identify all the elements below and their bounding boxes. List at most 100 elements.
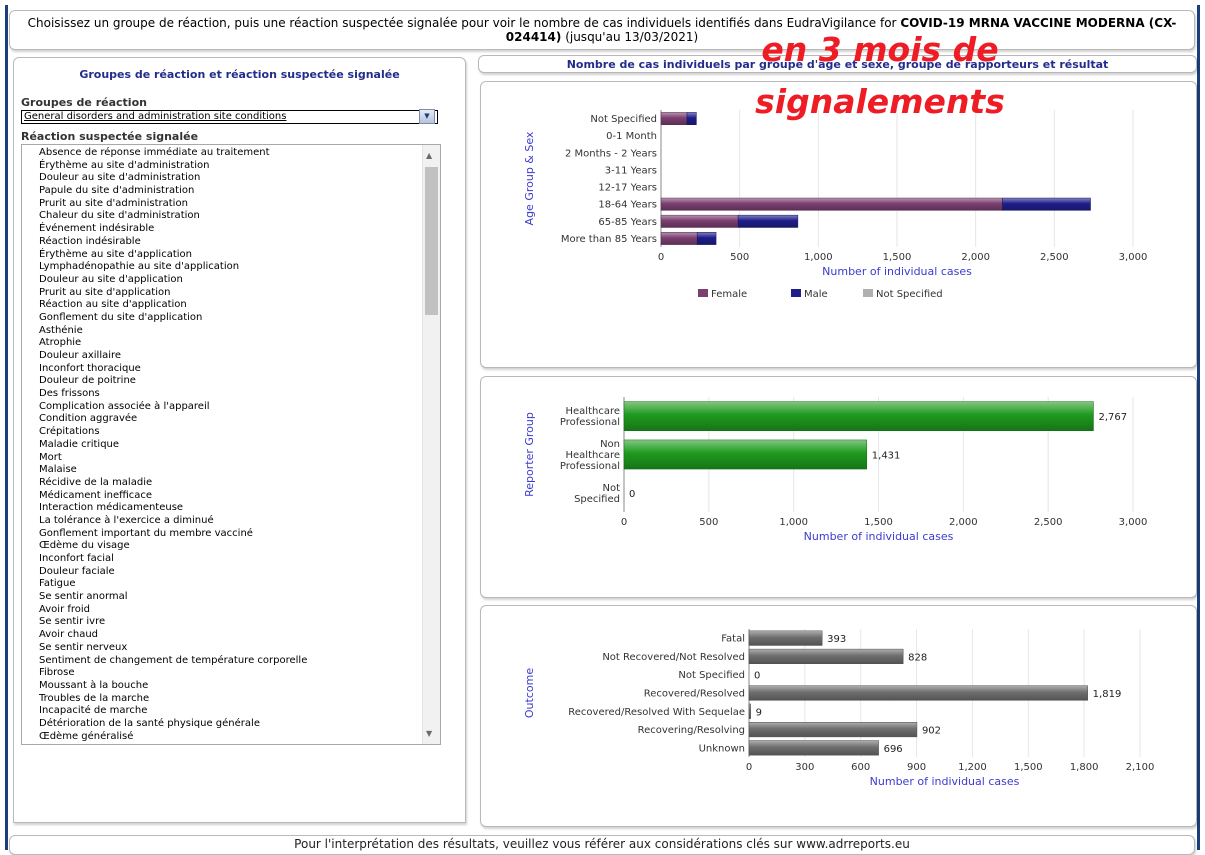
reaction-list-item[interactable]: Interaction médicamenteuse [39, 502, 307, 515]
bar-segment-female [660, 232, 698, 245]
reaction-listbox[interactable]: Absence de réponse immédiate au traiteme… [21, 144, 441, 745]
reaction-list-item[interactable]: Moussant à la bouche [39, 680, 307, 693]
category-label: Recovering/Resolving [638, 725, 745, 736]
category-label: Not Recovered/Not Resolved [602, 652, 745, 663]
reaction-list-item[interactable]: Asthénie [39, 325, 307, 338]
reaction-list-item[interactable]: Sentiment de changement de température c… [39, 655, 307, 668]
x-tick-label: 2,100 [1126, 762, 1155, 773]
reaction-panel-title: Groupes de réaction et réaction suspecté… [79, 68, 400, 81]
reaction-list-item[interactable]: Érythème au site d'application [39, 249, 307, 262]
reaction-list-item[interactable]: Inconfort thoracique [39, 363, 307, 376]
legend-label: Male [804, 289, 828, 300]
reaction-items: Absence de réponse immédiate au traiteme… [39, 147, 307, 743]
reaction-list-item[interactable]: Condition aggravée [39, 413, 307, 426]
scroll-down-icon[interactable]: ▼ [426, 729, 432, 738]
category-label: Not Specified [678, 670, 745, 681]
reaction-list-item[interactable]: Incapacité de marche [39, 705, 307, 718]
scroll-thumb[interactable] [425, 167, 438, 315]
reaction-list-item[interactable]: Érythème au site d'administration [39, 160, 307, 173]
x-tick-label: 3,000 [1119, 517, 1148, 528]
reaction-list-item[interactable]: Récidive de la maladie [39, 477, 307, 490]
reaction-list-item[interactable]: Réaction au site d'application [39, 299, 307, 312]
reaction-group-select[interactable]: General disorders and administration sit… [21, 110, 438, 124]
category-label: More than 85 Years [561, 234, 657, 245]
reaction-list-item[interactable]: Inconfort facial [39, 553, 307, 566]
reaction-list-item[interactable]: Se sentir ivre [39, 616, 307, 629]
x-axis-title: Number of individual cases [870, 775, 1020, 788]
category-label: Not Specified [590, 114, 657, 125]
legend-label: Not Specified [876, 289, 943, 300]
reaction-list-item[interactable]: Douleur de poitrine [39, 375, 307, 388]
reaction-list-item[interactable]: Douleur axillaire [39, 350, 307, 363]
reaction-list-item[interactable]: Avoir chaud [39, 629, 307, 642]
category-label: 12-17 Years [598, 183, 657, 194]
reaction-list-item[interactable]: Douleur faciale [39, 566, 307, 579]
reaction-list-item[interactable]: Avoir froid [39, 604, 307, 617]
category-label: Not Specified [574, 483, 620, 505]
reaction-list-item[interactable]: Œdème généralisé [39, 731, 307, 744]
legend-swatch [791, 289, 801, 297]
group-select-label: Groupes de réaction [21, 96, 147, 109]
data-label: 2,767 [1098, 412, 1127, 423]
reporter-chart-panel: 0 500 1,000 1,500 2,000 2,500 3,000 Number of i… [480, 376, 1197, 598]
reaction-list-item[interactable]: Mort [39, 452, 307, 465]
bar [748, 685, 1088, 701]
reaction-list-item[interactable]: Se sentir anormal [39, 591, 307, 604]
reaction-list-item[interactable]: Des frissons [39, 388, 307, 401]
reaction-list-item[interactable]: Événement indésirable [39, 223, 307, 236]
reaction-list-item[interactable]: Malaise [39, 464, 307, 477]
reaction-list-item[interactable]: Maladie critique [39, 439, 307, 452]
reaction-list-label: Réaction suspectée signalée [21, 130, 199, 143]
category-label: 0-1 Month [606, 131, 657, 142]
bar-segment-male [737, 214, 799, 228]
x-axis-title: Number of individual cases [822, 265, 972, 278]
bar-segment-male [1002, 197, 1091, 211]
reaction-group-selected: General disorders and administration sit… [24, 111, 287, 122]
reaction-list-item[interactable]: Absence de réponse immédiate au traiteme… [39, 147, 307, 160]
reaction-list-item[interactable]: Œdème du visage [39, 540, 307, 553]
reaction-list-item[interactable]: Réaction indésirable [39, 236, 307, 249]
x-tick-label: 1,500 [883, 252, 912, 263]
reaction-list-item[interactable]: Fatigue [39, 578, 307, 591]
reaction-list-item[interactable]: Crépitations [39, 426, 307, 439]
data-label: 828 [908, 652, 927, 663]
reaction-list-item[interactable]: Médicament inefficace [39, 490, 307, 503]
reaction-list-item[interactable]: La tolérance à l'exercice a diminué [39, 515, 307, 528]
category-label: Non Healthcare Professional [560, 439, 620, 472]
reaction-list-item[interactable]: Gonflement du site d'application [39, 312, 307, 325]
y-axis-title: Outcome [523, 668, 536, 718]
category-label: Recovered/Resolved With Sequelae [568, 707, 745, 718]
reaction-list-item[interactable]: Lymphadénopathie au site d'application [39, 261, 307, 274]
outcome-chart: 0 300 600 900 1,200 1,500 1,800 2,100 Number of … [523, 629, 1155, 788]
x-tick-label: 500 [730, 252, 749, 263]
reaction-list-item[interactable]: Atrophie [39, 337, 307, 350]
reaction-list-item[interactable]: Chaleur du site d'administration [39, 210, 307, 223]
reaction-list-item[interactable]: Douleur au site d'administration [39, 172, 307, 185]
legend-label: Female [711, 289, 747, 300]
reaction-list-item[interactable]: Prurit au site d'application [39, 287, 307, 300]
x-tick-label: 2,000 [961, 252, 990, 263]
reaction-list-scrollbar[interactable]: ▲ ▼ [422, 145, 440, 744]
bar [748, 740, 879, 756]
dropdown-arrow-icon[interactable]: ▼ [419, 109, 435, 124]
footer-text: Pour l'interprétation des résultats, veu… [294, 837, 910, 851]
bar-segment-male [686, 112, 697, 125]
reaction-list-item[interactable]: Troubles de la marche [39, 693, 307, 706]
reaction-list-item[interactable]: Se sentir nerveux [39, 642, 307, 655]
reaction-list-item[interactable]: Détérioration de la santé physique génér… [39, 718, 307, 731]
reaction-list-item[interactable]: Complication associée à l'appareil [39, 401, 307, 414]
scroll-up-icon[interactable]: ▲ [426, 151, 432, 160]
x-tick-label: 300 [795, 762, 814, 773]
reaction-list-item[interactable]: Fibrose [39, 667, 307, 680]
bar-segment-male [696, 232, 717, 245]
reaction-list-item[interactable]: Gonflement important du membre vacciné [39, 528, 307, 541]
reaction-list-item[interactable]: Prurit au site d'administration [39, 198, 307, 211]
reaction-list-item[interactable]: Douleur au site d'application [39, 274, 307, 287]
data-label: 902 [922, 726, 941, 737]
x-tick-label: 0 [658, 252, 664, 263]
category-label: Recovered/Resolved [644, 689, 745, 700]
x-tick-label: 1,200 [958, 762, 987, 773]
reaction-list-item[interactable]: Papule du site d'administration [39, 185, 307, 198]
data-label: 0 [754, 671, 760, 682]
data-label: 1,431 [872, 451, 901, 462]
